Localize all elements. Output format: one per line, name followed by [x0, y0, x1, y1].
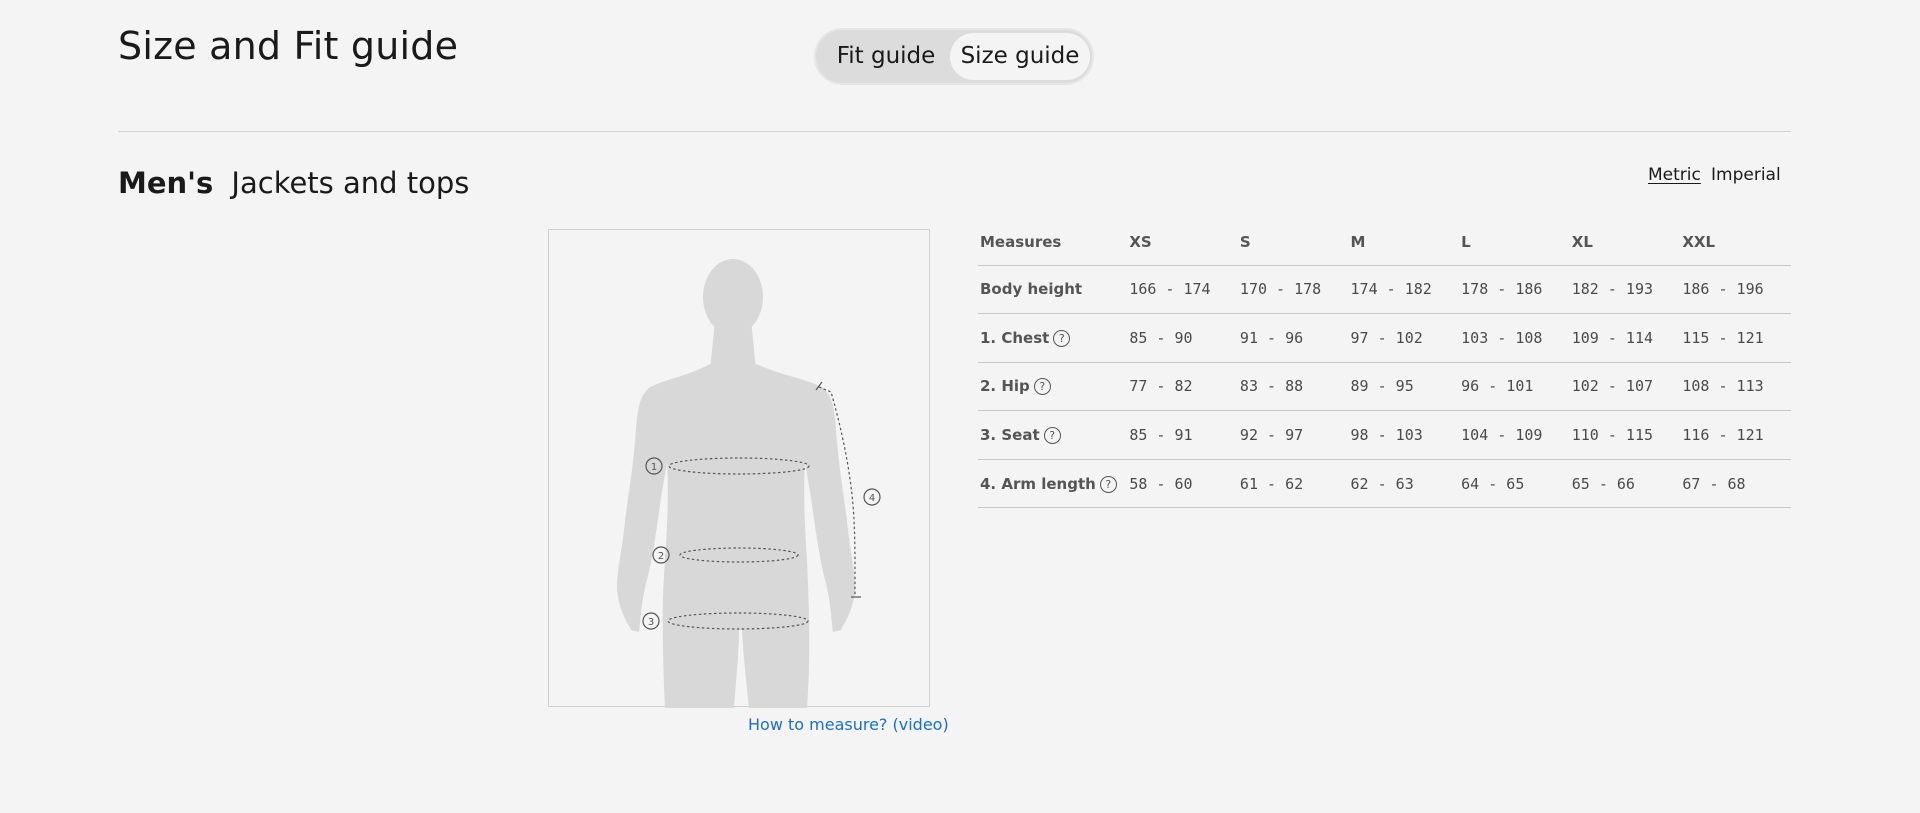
size-value-cell: 91 - 96 [1237, 313, 1349, 363]
size-value-cell: 182 - 193 [1569, 265, 1681, 315]
size-value-cell: 116 - 121 [1680, 410, 1791, 460]
table-row: 3. Seat? 85 - 91 92 - 97 98 - 103 104 - 109 1… [978, 410, 1791, 460]
section-divider [118, 131, 1791, 132]
help-icon[interactable]: ? [1053, 329, 1071, 347]
size-value-cell: 166 - 174 [1127, 265, 1238, 315]
row-label: 1. Chest [980, 328, 1050, 347]
gender-label: Men's [118, 166, 214, 200]
header-size: XXL [1680, 219, 1791, 266]
size-value-cell: 115 - 121 [1680, 313, 1791, 363]
row-label: Body height [980, 280, 1083, 299]
size-value-cell: 64 - 65 [1459, 459, 1570, 509]
fit-size-toggle: Fit guide Size guide [814, 28, 1094, 85]
row-label: 3. Seat [980, 426, 1040, 445]
marker-3-label: 3 [648, 617, 654, 628]
header-measures: Measures [978, 219, 1128, 266]
size-value-cell: 174 - 182 [1348, 265, 1460, 315]
row-label-cell: 1. Chest? [978, 313, 1128, 363]
size-value-cell: 108 - 113 [1680, 362, 1791, 412]
row-label-cell: 2. Hip? [978, 362, 1128, 412]
size-table: Measures XS S M L XL XXL Body height 166 … [978, 219, 1791, 509]
row-label-cell: Body height [978, 265, 1128, 315]
body-silhouette-illustration: 1 2 3 4 [617, 259, 881, 708]
size-value-cell: 97 - 102 [1348, 313, 1460, 363]
table-row: Body height 166 - 174 170 - 178 174 - 182 17… [978, 265, 1791, 315]
size-value-cell: 77 - 82 [1127, 362, 1238, 412]
size-value-cell: 102 - 107 [1569, 362, 1681, 412]
row-label: 4. Arm length [980, 474, 1096, 493]
marker-1-label: 1 [651, 462, 657, 473]
table-row: 2. Hip? 77 - 82 83 - 88 89 - 95 96 - 101 102 … [978, 362, 1791, 412]
size-value-cell: 61 - 62 [1237, 459, 1349, 509]
table-row: 4. Arm length? 58 - 60 61 - 62 62 - 63 64 - … [978, 459, 1791, 509]
size-value-cell: 170 - 178 [1237, 265, 1349, 315]
size-value-cell: 104 - 109 [1459, 410, 1570, 460]
size-value-cell: 98 - 103 [1348, 410, 1460, 460]
header-size: M [1348, 219, 1460, 266]
marker-2-label: 2 [658, 551, 664, 562]
metric-toggle[interactable]: Metric [1648, 165, 1701, 185]
size-value-cell: 178 - 186 [1459, 265, 1570, 315]
header-size: S [1237, 219, 1349, 266]
table-header-row: Measures XS S M L XL XXL [978, 219, 1791, 266]
size-value-cell: 62 - 63 [1348, 459, 1460, 509]
table-row: 1. Chest? 85 - 90 91 - 96 97 - 102 103 - 108… [978, 313, 1791, 363]
header-size: XS [1127, 219, 1238, 266]
measurement-figure: 1 2 3 4 [548, 229, 930, 708]
size-value-cell: 83 - 88 [1237, 362, 1349, 412]
size-value-cell: 103 - 108 [1459, 313, 1570, 363]
size-guide-tab[interactable]: Size guide [950, 33, 1090, 80]
size-value-cell: 67 - 68 [1680, 459, 1791, 509]
size-value-cell: 186 - 196 [1680, 265, 1791, 315]
row-label-cell: 3. Seat? [978, 410, 1128, 460]
section-title: Men's Jackets and tops [118, 166, 469, 200]
size-value-cell: 85 - 91 [1127, 410, 1238, 460]
fit-guide-tab[interactable]: Fit guide [822, 33, 950, 80]
size-value-cell: 89 - 95 [1348, 362, 1460, 412]
help-icon[interactable]: ? [1099, 475, 1117, 493]
help-icon[interactable]: ? [1043, 427, 1061, 445]
size-value-cell: 65 - 66 [1569, 459, 1681, 509]
how-to-measure-video-link[interactable]: How to measure? (video) [748, 715, 949, 734]
category-label: Jackets and tops [231, 166, 470, 200]
page-title: Size and Fit guide [118, 24, 459, 68]
size-value-cell: 58 - 60 [1127, 459, 1238, 509]
size-value-cell: 96 - 101 [1459, 362, 1570, 412]
size-value-cell: 92 - 97 [1237, 410, 1349, 460]
size-value-cell: 85 - 90 [1127, 313, 1238, 363]
help-icon[interactable]: ? [1033, 378, 1051, 396]
size-value-cell: 110 - 115 [1569, 410, 1681, 460]
row-label: 2. Hip [980, 377, 1030, 396]
marker-4-label: 4 [869, 493, 875, 504]
imperial-toggle[interactable]: Imperial [1711, 165, 1781, 185]
header-size: L [1459, 219, 1570, 266]
size-value-cell: 109 - 114 [1569, 313, 1681, 363]
header-size: XL [1569, 219, 1681, 266]
row-label-cell: 4. Arm length? [978, 459, 1128, 509]
